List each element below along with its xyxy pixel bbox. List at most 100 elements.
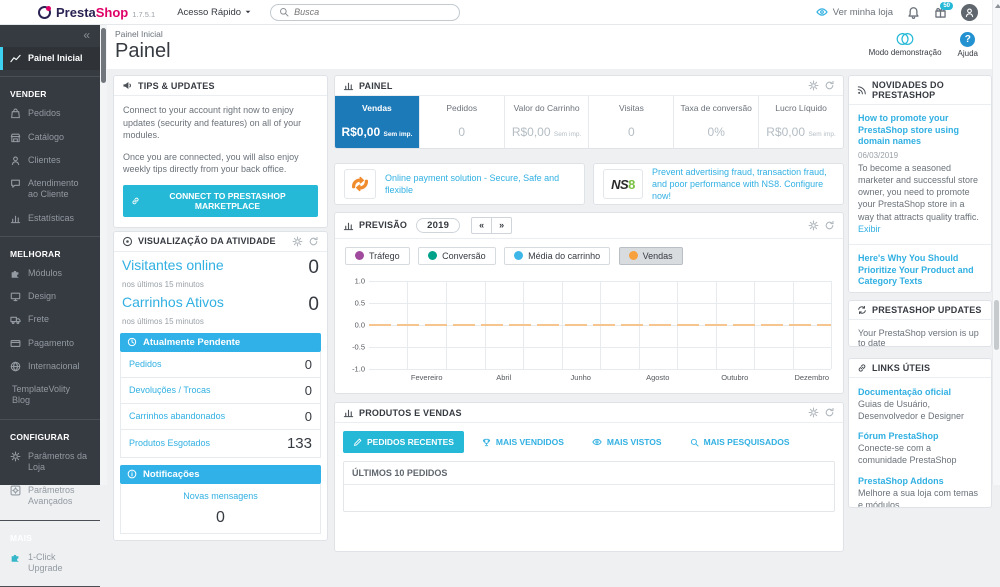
legend-vendas[interactable]: Vendas	[619, 247, 683, 265]
search-box[interactable]	[270, 4, 460, 21]
sidebar-item-clientes[interactable]: Clientes	[0, 149, 100, 172]
scroll-up-icon[interactable]	[995, 4, 1000, 8]
link-desc: Guias de Usuário, Desenvolvedor e Design…	[858, 398, 982, 422]
user-avatar-button[interactable]	[961, 4, 978, 21]
x-axis-tick: Fevereiro	[411, 373, 443, 382]
sidebar-item-templatevolity-blog[interactable]: TemplateVolity Blog	[0, 378, 100, 413]
sidebar-item-catalogo[interactable]: Catálogo	[0, 126, 100, 149]
new-messages-value: 0	[121, 509, 320, 527]
legend-trafego[interactable]: Tráfego	[345, 247, 410, 265]
help-button[interactable]: ? Ajuda	[958, 32, 978, 58]
refresh-button[interactable]	[824, 407, 835, 418]
last-orders-title: ÚLTIMOS 10 PEDIDOS	[344, 462, 834, 485]
link-title[interactable]: PrestaShop Addons	[858, 476, 982, 486]
pending-link[interactable]: Produtos Esgotados	[129, 438, 210, 448]
tab-mais-vendidos[interactable]: MAIS VENDIDOS	[472, 431, 574, 453]
sidebar-item-estatisticas[interactable]: Estatísticas	[0, 207, 100, 230]
sidebar-item-label: TemplateVolity Blog	[12, 384, 90, 407]
main-content: Painel Inicial Painel Modo demonstração …	[107, 25, 992, 485]
chat-icon	[10, 178, 21, 189]
legend-label: Tráfego	[369, 251, 400, 261]
sidebar-item-parametros-loja[interactable]: Parâmetros da Loja	[0, 445, 100, 480]
prev-year-button[interactable]: «	[471, 217, 492, 234]
sidebar-item-design[interactable]: Design	[0, 285, 100, 308]
sidebar-item-frete[interactable]: Frete	[0, 308, 100, 331]
demo-mode-toggle[interactable]: Modo demonstração	[869, 32, 942, 58]
tab-mais-vistos[interactable]: MAIS VISTOS	[582, 431, 672, 453]
legend-conversao[interactable]: Conversão	[418, 247, 496, 265]
kpi-lucro-liquido[interactable]: Lucro Líquido R$0,00 Sem imp.	[759, 96, 843, 148]
next-year-button[interactable]: »	[492, 217, 512, 234]
settings-button[interactable]	[808, 80, 819, 91]
sidebar-item-label: Parâmetros da Loja	[28, 451, 90, 474]
pending-row-devolucoes: Devoluções / Trocas 0	[121, 377, 320, 403]
legend-media-carrinho[interactable]: Média do carrinho	[504, 247, 610, 265]
quick-access-menu[interactable]: Acesso Rápido	[177, 7, 252, 18]
search-input[interactable]	[294, 7, 434, 17]
gear-icon	[10, 451, 21, 462]
news-read-more-link[interactable]: Exibir	[858, 224, 881, 234]
pending-link[interactable]: Devoluções / Trocas	[129, 385, 211, 395]
refresh-button[interactable]	[824, 80, 835, 91]
sidebar-scrollbar-thumb[interactable]	[101, 28, 106, 83]
rss-icon	[857, 85, 867, 95]
sidebar-item-pagamento[interactable]: Pagamento	[0, 332, 100, 355]
year-selector[interactable]: 2019	[416, 218, 460, 233]
sidebar-item-pedidos[interactable]: Pedidos	[0, 102, 100, 125]
sync-icon	[857, 305, 867, 315]
kpi-visitas[interactable]: Visitas 0	[589, 96, 674, 148]
sidebar-item-painel-inicial[interactable]: Painel Inicial	[0, 47, 100, 70]
settings-button[interactable]	[808, 220, 819, 231]
view-shop-link[interactable]: Ver minha loja	[816, 6, 893, 18]
refresh-button[interactable]	[308, 236, 319, 247]
refresh-button[interactable]	[824, 220, 835, 231]
sidebar-collapse-button[interactable]: «	[0, 25, 100, 47]
sidebar-item-parametros-avancados[interactable]: Parâmetros Avançados	[0, 479, 100, 514]
question-icon: ?	[960, 32, 975, 47]
sidebar-item-modulos[interactable]: Módulos	[0, 262, 100, 285]
news-item-title[interactable]: Here's Why You Should Prioritize Your Pr…	[858, 253, 982, 288]
tab-pedidos-recentes[interactable]: PEDIDOS RECENTES	[343, 431, 464, 453]
sidebar-item-internacional[interactable]: Internacional	[0, 355, 100, 378]
tips-paragraph: Connect to your account right now to enj…	[123, 104, 318, 142]
tips-updates-panel: TIPS & UPDATES Connect to your account r…	[113, 75, 328, 228]
active-carts-link[interactable]: Carrinhos Ativos	[122, 294, 224, 310]
gift-button[interactable]: 50	[934, 6, 947, 19]
new-messages-link[interactable]: Novas mensagens	[121, 491, 320, 501]
link-title[interactable]: Documentação oficial	[858, 387, 982, 397]
kpi-taxa-conversao[interactable]: Taxa de conversão 0%	[674, 96, 759, 148]
connect-marketplace-button[interactable]: CONNECT TO PRESTASHOP MARKETPLACE	[123, 185, 318, 217]
breadcrumb[interactable]: Painel Inicial	[115, 29, 163, 39]
page-scrollbar-thumb[interactable]	[994, 300, 999, 350]
page-title: Painel	[115, 40, 171, 63]
y-axis-tick: 0.5	[341, 299, 365, 308]
pending-link[interactable]: Pedidos	[129, 359, 162, 369]
sidebar-item-1-click-upgrade[interactable]: 1-Click Upgrade	[0, 546, 100, 581]
news-item-title[interactable]: How to promote your PrestaShop store usi…	[858, 113, 982, 148]
megaphone-icon	[122, 80, 133, 91]
sidebar-scrollbar[interactable]	[100, 25, 107, 485]
divider	[0, 76, 100, 77]
visitors-online-link[interactable]: Visitantes online	[122, 257, 224, 273]
forecast-xlabels: FevereiroAbrilJunhoAgostoOutubroDezembro	[369, 373, 831, 385]
ns8-ad-text: Prevent advertising fraud, transaction f…	[652, 166, 834, 202]
link-icon	[131, 196, 140, 206]
link-title[interactable]: Fórum PrestaShop	[858, 431, 982, 441]
settings-button[interactable]	[292, 236, 303, 247]
kpi-pedidos[interactable]: Pedidos 0	[420, 96, 505, 148]
ns8-ad-banner[interactable]: NS8 Prevent advertising fraud, transacti…	[593, 163, 844, 205]
sidebar-item-label: Catálogo	[28, 132, 64, 143]
notifications-bell-button[interactable]	[907, 6, 920, 19]
prestashop-logo[interactable]: PrestaShop 1.7.5.1	[38, 5, 155, 20]
yourpay-ad-banner[interactable]: Online payment solution - Secure, Safe a…	[334, 163, 585, 205]
kpi-vendas[interactable]: Vendas R$0,00 Sem imp.	[335, 96, 420, 148]
brand-second: Shop	[96, 5, 129, 20]
settings-button[interactable]	[808, 407, 819, 418]
pending-row-esgotados: Produtos Esgotados 133	[121, 429, 320, 457]
bar-chart-icon	[343, 407, 354, 418]
page-scrollbar[interactable]	[992, 0, 1000, 485]
tab-mais-pesquisados[interactable]: MAIS PESQUISADOS	[680, 431, 800, 453]
sidebar-item-atendimento[interactable]: Atendimento ao Cliente	[0, 172, 100, 207]
pending-link[interactable]: Carrinhos abandonados	[129, 411, 225, 421]
kpi-valor-carrinho[interactable]: Valor do Carrinho R$0,00 Sem imp.	[505, 96, 590, 148]
